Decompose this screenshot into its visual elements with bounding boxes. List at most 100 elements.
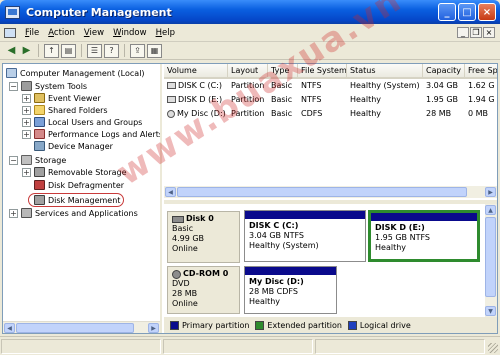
tree-item-device-manager[interactable]: Device Manager <box>34 140 113 152</box>
status-bar <box>0 336 500 355</box>
disk-name-row: Disk 0 <box>172 214 235 224</box>
window-title: Computer Management <box>26 5 172 19</box>
scroll-left-icon[interactable]: ◀ <box>4 323 15 333</box>
minimize-button[interactable]: _ <box>438 3 456 21</box>
column-free-space[interactable]: Free Sp <box>465 64 497 78</box>
expand-icon[interactable]: + <box>9 208 18 218</box>
maximize-button[interactable]: □ <box>458 3 476 21</box>
collapse-icon[interactable]: − <box>9 81 18 91</box>
back-arrow-icon[interactable]: ◀ <box>4 44 19 58</box>
partition-disk-c[interactable]: DISK C (C:) 3.04 GB NTFS Healthy (System… <box>244 210 366 262</box>
toolbar-separator <box>81 44 82 57</box>
partition-details: DISK C (C:) 3.04 GB NTFS Healthy (System… <box>245 219 365 253</box>
table-row[interactable]: DISK C (C:) Partition Basic NTFS Healthy… <box>164 80 497 93</box>
up-one-level-icon[interactable]: ↑ <box>44 43 59 58</box>
expand-icon[interactable]: + <box>22 105 31 115</box>
tree-item-removable-storage[interactable]: + Removable Storage <box>22 166 127 178</box>
menu-file[interactable]: File <box>25 28 39 38</box>
scroll-thumb[interactable] <box>16 323 134 333</box>
scroll-thumb[interactable] <box>485 217 496 297</box>
show-hide-tree-icon[interactable]: ▤ <box>61 43 76 58</box>
mdi-restore-button[interactable]: ❐ <box>470 27 482 38</box>
file-system-cell: NTFS <box>301 81 322 90</box>
tree-item-label: Device Manager <box>48 141 113 151</box>
cdrom-0-label[interactable]: CD-ROM 0 DVD 28 MB Online <box>167 266 240 314</box>
primary-partition-bar <box>371 213 477 221</box>
capacity-cell: 28 MB <box>426 109 452 118</box>
status-cell-1 <box>1 339 161 354</box>
expand-icon[interactable]: + <box>22 117 31 127</box>
partition-disk-d[interactable]: DISK D (E:) 1.95 GB NTFS Healthy <box>368 210 480 262</box>
column-status[interactable]: Status <box>347 64 423 78</box>
disk-type: DVD <box>172 279 190 288</box>
partition-status: Healthy (System) <box>249 241 319 250</box>
mdi-close-button[interactable]: × <box>483 27 495 38</box>
tree-item-label: Shared Folders <box>48 105 108 115</box>
column-capacity[interactable]: Capacity <box>423 64 465 78</box>
title-bar[interactable]: Computer Management _ □ × <box>0 0 500 24</box>
disk-0-label[interactable]: Disk 0 Basic 4.99 GB Online <box>167 211 240 263</box>
tree-item-services-applications[interactable]: + Services and Applications <box>9 207 138 219</box>
expand-icon[interactable]: + <box>22 129 31 139</box>
tree-item-storage[interactable]: − Storage <box>9 154 66 166</box>
tree-item-label: Services and Applications <box>35 208 138 218</box>
tree-item-local-users-groups[interactable]: + Local Users and Groups <box>22 116 142 128</box>
disk-view-vertical-scrollbar[interactable]: ▲ ▼ <box>485 204 497 317</box>
tree-item-label: Performance Logs and Alerts <box>48 129 162 139</box>
forward-arrow-icon[interactable]: ▶ <box>19 44 34 58</box>
help-icon[interactable]: ? <box>104 43 119 58</box>
tree-item-performance-logs[interactable]: + Performance Logs and Alerts <box>22 128 162 140</box>
tree-item-disk-defragmenter[interactable]: Disk Defragmenter <box>34 179 124 191</box>
column-type[interactable]: Type <box>268 64 298 78</box>
type-cell: Basic <box>271 81 293 90</box>
disk-graphical-view: Disk 0 Basic 4.99 GB Online DISK C (C:) … <box>164 204 497 317</box>
menu-view[interactable]: View <box>84 28 104 38</box>
tree-horizontal-scrollbar[interactable]: ◀ ▶ <box>3 321 160 333</box>
grid-view-icon[interactable]: ▦ <box>147 43 162 58</box>
volume-list-horizontal-scrollbar[interactable]: ◀ ▶ <box>164 186 497 198</box>
column-file-system[interactable]: File System <box>298 64 347 78</box>
tree-item-event-viewer[interactable]: + Event Viewer <box>22 92 101 104</box>
scroll-right-icon[interactable]: ▶ <box>148 323 159 333</box>
scroll-left-icon[interactable]: ◀ <box>165 187 176 197</box>
storage-icon <box>21 155 32 165</box>
resize-grip-icon[interactable] <box>488 343 498 353</box>
volume-name: My Disc (D:) <box>177 109 226 118</box>
column-layout[interactable]: Layout <box>228 64 268 78</box>
export-list-icon[interactable]: ⇪ <box>130 43 145 58</box>
mdi-minimize-button[interactable]: _ <box>457 27 469 38</box>
menu-bar: File Action View Window Help _ ❐ × <box>0 24 500 42</box>
menu-help[interactable]: Help <box>156 28 175 38</box>
partition-status: Healthy <box>375 243 407 252</box>
menu-window[interactable]: Window <box>113 28 147 38</box>
expand-icon[interactable]: + <box>22 93 31 103</box>
scroll-thumb[interactable] <box>177 187 467 197</box>
partition-my-disc[interactable]: My Disc (D:) 28 MB CDFS Healthy <box>244 266 337 314</box>
collapse-icon[interactable]: − <box>9 155 18 165</box>
table-row[interactable]: My Disc (D:) Partition Basic CDFS Health… <box>164 108 497 121</box>
tree-item-computer-management[interactable]: Computer Management (Local) <box>6 67 145 79</box>
volume-cell: DISK D (E:) <box>167 95 229 104</box>
scroll-down-icon[interactable]: ▼ <box>485 306 496 316</box>
users-icon <box>34 117 45 127</box>
tree-item-shared-folders[interactable]: + Shared Folders <box>22 104 108 116</box>
primary-partition-bar <box>245 211 365 219</box>
tree-item-system-tools[interactable]: − System Tools <box>9 80 87 92</box>
scroll-up-icon[interactable]: ▲ <box>485 205 496 215</box>
free-space-cell: 1.94 G <box>468 95 495 104</box>
free-space-cell: 1.62 G <box>468 81 495 90</box>
table-row[interactable]: DISK D (E:) Partition Basic NTFS Healthy… <box>164 94 497 107</box>
volume-name: DISK D (E:) <box>178 95 223 104</box>
partition-name: DISK D (E:) <box>375 223 425 232</box>
properties-icon[interactable]: ☰ <box>87 43 102 58</box>
selection-highlight <box>28 193 124 207</box>
column-volume[interactable]: Volume <box>164 64 228 78</box>
folder-icon <box>34 105 45 115</box>
scroll-right-icon[interactable]: ▶ <box>485 187 496 197</box>
menu-action[interactable]: Action <box>48 28 75 38</box>
close-button[interactable]: × <box>478 3 496 21</box>
expand-icon[interactable]: + <box>22 167 31 177</box>
mdi-controls: _ ❐ × <box>457 27 495 38</box>
mmc-console-icon[interactable] <box>4 27 16 38</box>
tree-item-label: Storage <box>35 155 67 165</box>
